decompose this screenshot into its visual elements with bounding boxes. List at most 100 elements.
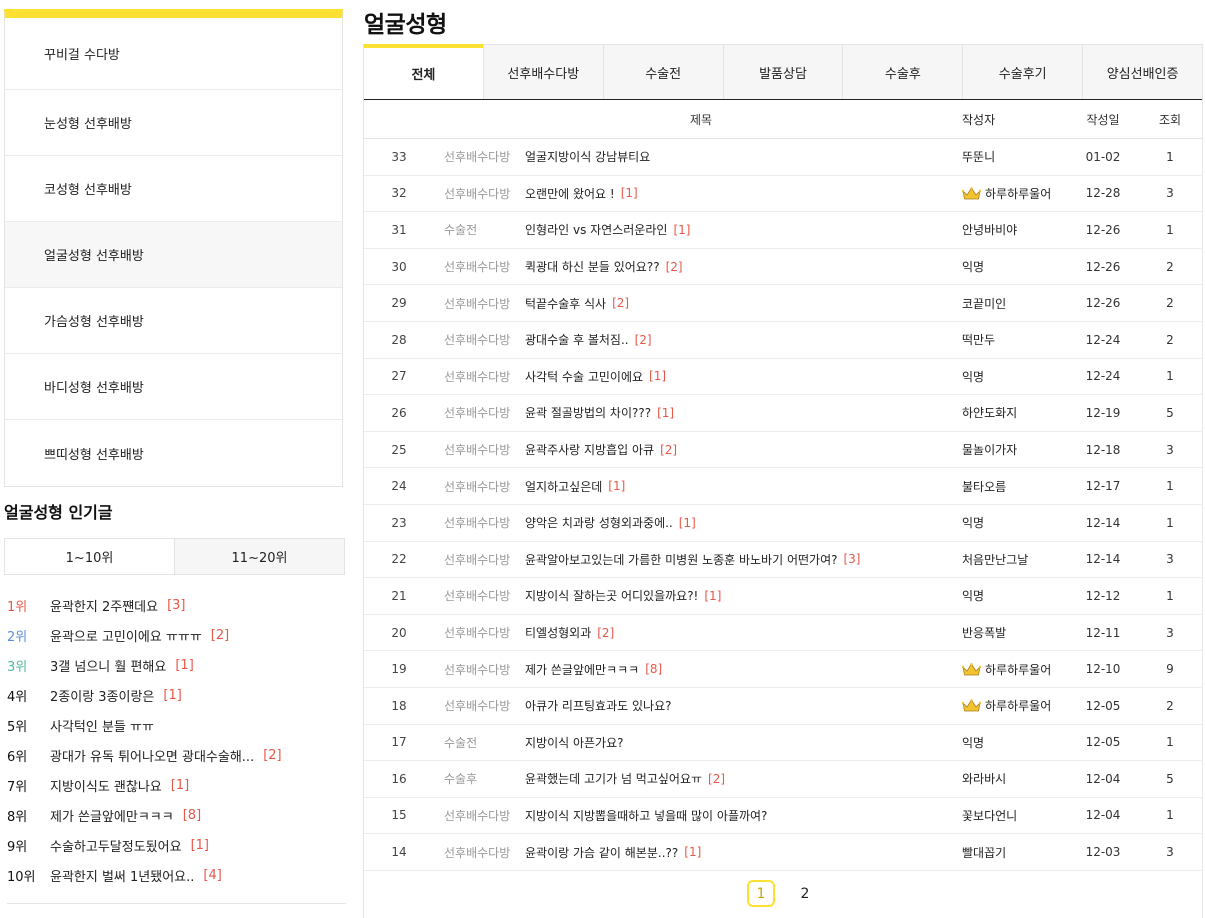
tab-2[interactable]: 수술전	[602, 44, 723, 99]
popular-item[interactable]: 10위 윤곽한지 벌써 1년됐어요.. [4]	[7, 860, 342, 890]
author-name: 처음만난그날	[962, 552, 1029, 567]
page-title: 얼굴성형	[364, 12, 447, 38]
rank-tab-1-10[interactable]: 1~10위	[5, 539, 174, 574]
author-name: 안녕바비야	[962, 223, 1018, 238]
comment-count: [1]	[704, 588, 722, 603]
tab-3[interactable]: 발품상담	[722, 44, 843, 99]
popular-item-title: 제가 쓴글앞에만ㅋㅋㅋ	[50, 809, 174, 825]
post-subject[interactable]: 오랜만에 왔어요 !	[525, 185, 615, 202]
category-item[interactable]: 꾸비걸 수다방	[5, 18, 342, 90]
table-row[interactable]: 17 수술전 지방이식 아픈가요? 익명 12-05 1	[364, 725, 1202, 762]
post-date: 12-11	[1085, 625, 1121, 640]
category-item[interactable]: 가슴성형 선후배방	[5, 288, 342, 354]
post-title-cell: 선후배수다방 오랜만에 왔어요 ! [1]	[444, 185, 958, 202]
table-row[interactable]: 28 선후배수다방 광대수술 후 볼처짐.. [2] 떡만두 12-24 2	[364, 322, 1202, 359]
category-item[interactable]: 눈성형 선후배방	[5, 90, 342, 156]
post-views: 3	[1166, 442, 1174, 457]
popular-item[interactable]: 9위 수술하고두달정도됬어요 [1]	[7, 830, 342, 860]
popular-item[interactable]: 8위 제가 쓴글앞에만ㅋㅋㅋ [8]	[7, 800, 342, 830]
post-number: 33	[391, 149, 407, 164]
popular-item[interactable]: 6위 광대가 유독 튀어나오면 광대수술해... [2]	[7, 740, 342, 770]
author-name: 떡만두	[962, 333, 996, 348]
category-item[interactable]: 바디성형 선후배방	[5, 354, 342, 420]
post-subject[interactable]: 지방이식 아픈가요?	[525, 734, 624, 751]
post-date: 12-05	[1085, 698, 1121, 713]
post-author: 불타오름	[958, 478, 1068, 495]
popular-item[interactable]: 5위 사각턱인 분들 ㅠㅠ	[7, 710, 342, 740]
category-item[interactable]: 쁘띠성형 선후배방	[5, 420, 342, 486]
post-category: 선후배수다방	[444, 443, 511, 458]
post-subject[interactable]: 인형라인 vs 자연스러운라인	[525, 221, 667, 238]
post-subject[interactable]: 얼지하고싶은데	[525, 478, 602, 495]
post-subject[interactable]: 사각턱 수술 고민이에요	[525, 368, 643, 385]
table-row[interactable]: 27 선후배수다방 사각턱 수술 고민이에요 [1] 익명 12-24 1	[364, 359, 1202, 396]
table-row[interactable]: 26 선후배수다방 윤곽 절골방법의 차이??? [1] 하얀도화지 12-19 5	[364, 395, 1202, 432]
table-row[interactable]: 23 선후배수다방 양악은 치과랑 성형외과중에.. [1] 익명 12-14 1	[364, 505, 1202, 542]
post-date: 12-26	[1085, 296, 1121, 311]
post-subject[interactable]: 티엘성형외과	[525, 624, 591, 641]
table-row[interactable]: 15 선후배수다방 지방이식 지방뽑을때하고 넣을때 많이 아플까여? 꽃보다언니 12…	[364, 798, 1202, 835]
post-date: 12-12	[1085, 588, 1121, 603]
post-author: 하얀도화지	[958, 404, 1068, 421]
popular-item[interactable]: 1위 윤곽한지 2주쨴데요 [3]	[7, 590, 342, 620]
post-number: 29	[391, 296, 407, 311]
table-row[interactable]: 24 선후배수다방 얼지하고싶은데 [1] 불타오름 12-17 1	[364, 468, 1202, 505]
tab-6[interactable]: 양심선배인증	[1082, 44, 1203, 99]
table-row[interactable]: 20 선후배수다방 티엘성형외과 [2] 반응폭발 12-11 3	[364, 615, 1202, 652]
tab-5[interactable]: 수술후기	[962, 44, 1083, 99]
table-row[interactable]: 25 선후배수다방 윤곽주사랑 지방흡입 아큐 [2] 물놀이가자 12-18 3	[364, 432, 1202, 469]
table-row[interactable]: 22 선후배수다방 윤곽알아보고있는데 가름한 미병원 노종훈 바노바기 어떤가여?…	[364, 542, 1202, 579]
popular-item[interactable]: 3위 3갤 넘으니 훨 편해요 [1]	[7, 650, 342, 680]
post-subject[interactable]: 윤곽 절골방법의 차이???	[525, 404, 651, 421]
post-number: 18	[391, 698, 407, 713]
post-subject[interactable]: 광대수술 후 볼처짐..	[525, 331, 629, 348]
post-subject[interactable]: 얼굴지방이식 강남뷰티요	[525, 148, 650, 165]
page-button-1[interactable]: 1	[747, 880, 775, 907]
tab-0[interactable]: 전체	[364, 44, 483, 99]
tab-1[interactable]: 선후배수다방	[482, 44, 603, 99]
post-subject[interactable]: 턱끝수술후 식사	[525, 295, 606, 312]
post-title-cell: 선후배수다방 윤곽알아보고있는데 가름한 미병원 노종훈 바노바기 어떤가여? [3…	[444, 551, 958, 568]
table-row[interactable]: 30 선후배수다방 퀵광대 하신 분들 있어요?? [2] 익명 12-26 2	[364, 249, 1202, 286]
table-row[interactable]: 32 선후배수다방 오랜만에 왔어요 ! [1] 하루하루울어 12-28 3	[364, 176, 1202, 213]
post-date: 12-28	[1085, 186, 1121, 201]
author-name: 와라바시	[962, 772, 1007, 787]
page-button-2[interactable]: 2	[791, 880, 819, 907]
popular-item[interactable]: 2위 윤곽으로 고민이에요 ㅠㅠㅠ [2]	[7, 620, 342, 650]
post-views: 5	[1166, 405, 1174, 420]
popular-item[interactable]: 7위 지방이식도 괜찮나요 [1]	[7, 770, 342, 800]
category-item-active[interactable]: 얼굴성형 선후배방	[5, 222, 342, 288]
post-subject[interactable]: 지방이식 잘하는곳 어디있을까요?!	[525, 587, 698, 604]
comment-count: [1]	[190, 837, 209, 853]
header-title: 제목	[689, 112, 713, 127]
rank-tab-11-20[interactable]: 11~20위	[174, 539, 344, 574]
table-row[interactable]: 29 선후배수다방 턱끝수술후 식사 [2] 코끝미인 12-26 2	[364, 285, 1202, 322]
table-row[interactable]: 16 수술후 윤곽했는데 고기가 넘 먹고싶어요ㅠ [2] 와라바시 12-04 5	[364, 761, 1202, 798]
table-row[interactable]: 21 선후배수다방 지방이식 잘하는곳 어디있을까요?! [1] 익명 12-12 1	[364, 578, 1202, 615]
post-subject[interactable]: 윤곽이랑 가슴 같이 해본분..??	[525, 844, 678, 861]
post-subject[interactable]: 양악은 치과랑 성형외과중에..	[525, 514, 673, 531]
post-subject[interactable]: 윤곽했는데 고기가 넘 먹고싶어요ㅠ	[525, 770, 702, 787]
post-subject[interactable]: 지방이식 지방뽑을때하고 넣을때 많이 아플까여?	[525, 807, 767, 824]
post-views: 1	[1166, 479, 1174, 494]
comment-count: [1]	[170, 777, 190, 793]
table-row[interactable]: 31 수술전 인형라인 vs 자연스러운라인 [1] 안녕바비야 12-26 1	[364, 212, 1202, 249]
tab-4[interactable]: 수술후	[842, 44, 963, 99]
post-subject[interactable]: 제가 쓴글앞에만ㅋㅋㅋ	[525, 661, 639, 678]
table-row[interactable]: 19 선후배수다방 제가 쓴글앞에만ㅋㅋㅋ [8] 하루하루울어 12-10 9	[364, 651, 1202, 688]
table-row[interactable]: 18 선후배수다방 아큐가 리프팅효과도 있나요? 하루하루울어 12-05 2	[364, 688, 1202, 725]
popular-item[interactable]: 4위 2종이랑 3종이랑은 [1]	[7, 680, 342, 710]
post-author: 익명	[958, 734, 1068, 751]
post-subject[interactable]: 윤곽주사랑 지방흡입 아큐	[525, 441, 654, 458]
post-title-cell: 선후배수다방 얼지하고싶은데 [1]	[444, 478, 958, 495]
post-title-cell: 선후배수다방 턱끝수술후 식사 [2]	[444, 295, 958, 312]
category-item[interactable]: 코성형 선후배방	[5, 156, 342, 222]
post-category: 선후배수다방	[444, 186, 511, 201]
comment-count: [3]	[843, 552, 861, 567]
table-row[interactable]: 14 선후배수다방 윤곽이랑 가슴 같이 해본분..?? [1] 빨대꼽기 12-03 3	[364, 834, 1202, 871]
post-subject[interactable]: 퀵광대 하신 분들 있어요??	[525, 258, 660, 275]
table-row[interactable]: 33 선후배수다방 얼굴지방이식 강남뷰티요 뚜뚠니 01-02 1	[364, 139, 1202, 176]
post-subject[interactable]: 아큐가 리프팅효과도 있나요?	[525, 697, 671, 714]
post-author: 익명	[958, 587, 1068, 604]
post-subject[interactable]: 윤곽알아보고있는데 가름한 미병원 노종훈 바노바기 어떤가여?	[525, 551, 837, 568]
